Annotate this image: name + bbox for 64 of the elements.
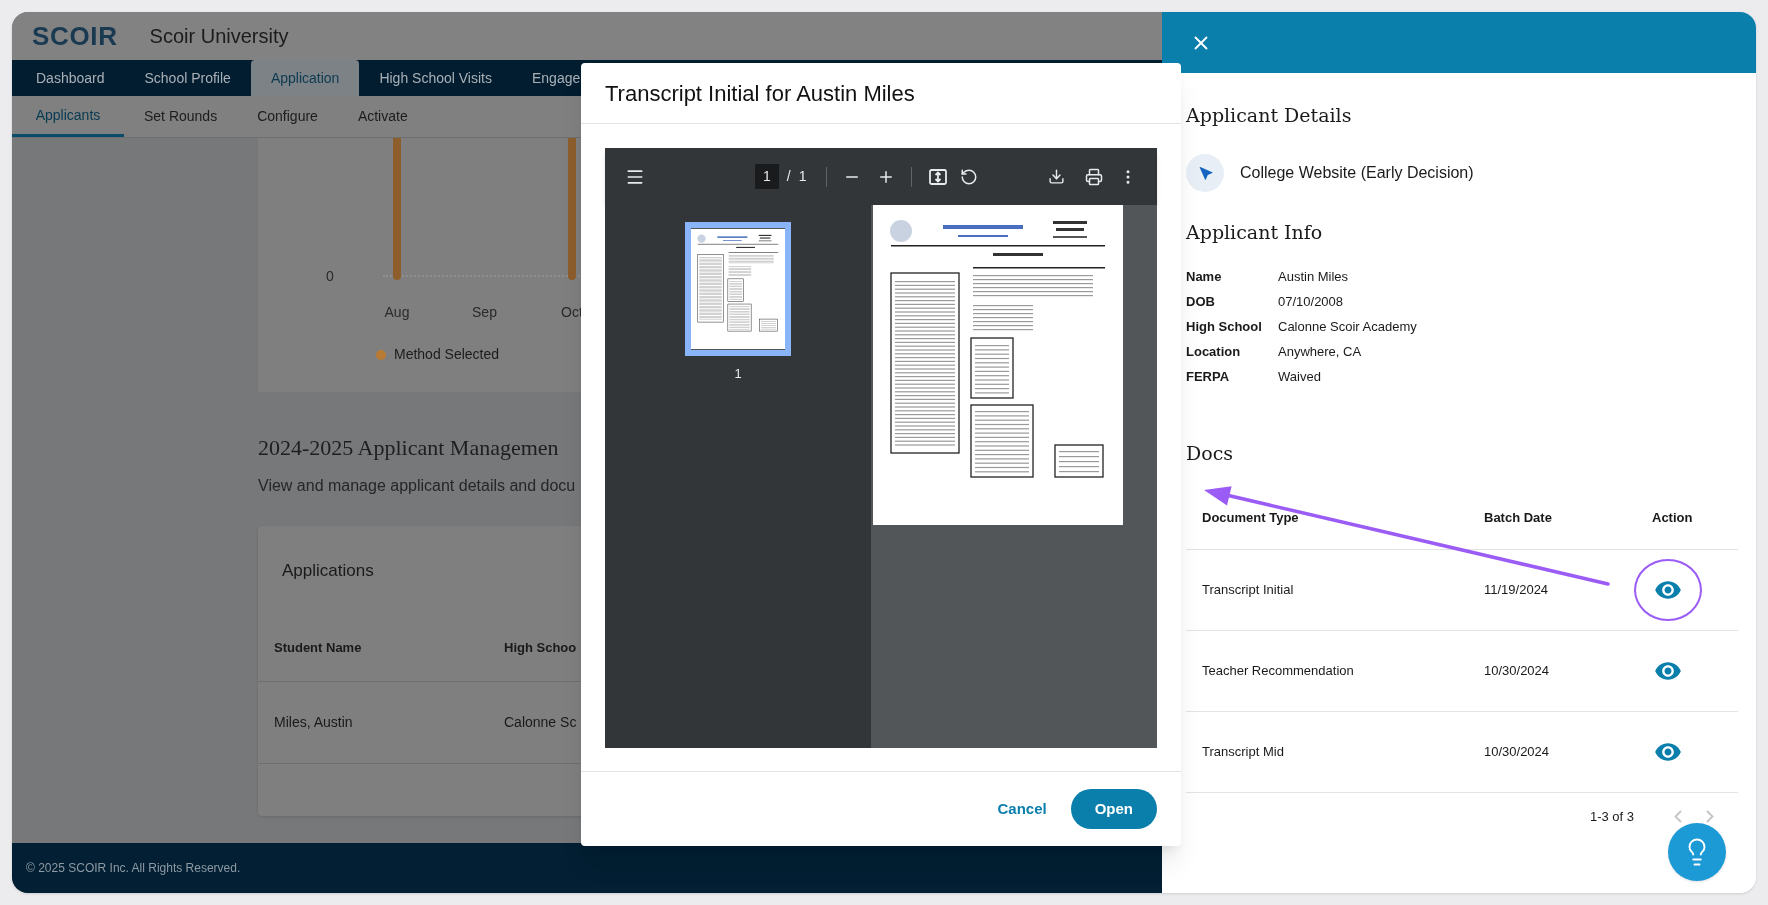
nav-tab[interactable]: Engage (511, 60, 601, 96)
nav-tab[interactable]: Application (250, 60, 360, 96)
sub-tab[interactable]: Configure (237, 96, 338, 137)
nav-tab[interactable]: Dashboard (16, 60, 125, 96)
section-heading: Applicant Info (1186, 219, 1324, 245)
sub-tab[interactable]: Activate (337, 96, 428, 137)
section-heading: Docs (1186, 441, 1235, 466)
table-cell-text: Miles, Austin (274, 713, 354, 732)
info-value: Calonne Scoir Academy (1278, 317, 1418, 336)
column-header: High Schoo (504, 638, 578, 657)
logo[interactable]: SCOIR (32, 16, 118, 56)
legend-label: Method Selected (394, 345, 500, 364)
fit-page-icon[interactable] (928, 166, 949, 187)
open-button[interactable]: Open (1070, 789, 1157, 829)
info-value: Anywhere, CA (1278, 342, 1363, 361)
column-header: Batch Date (1484, 509, 1553, 528)
info-value: 07/10/2008 (1278, 292, 1345, 311)
section-subtitle: View and manage applicant details and docu (258, 476, 577, 496)
school-name: Scoir University (149, 24, 289, 49)
application-source: College Website (Early Decision) (1240, 162, 1474, 183)
chevron-right-icon (1706, 810, 1714, 823)
cursor-icon (1197, 165, 1213, 180)
view-button[interactable] (1634, 558, 1702, 621)
dialog-title: Transcript Initial for Austin Miles (605, 79, 915, 108)
info-label: DOB (1186, 292, 1216, 311)
card-title: Applications (281, 560, 375, 582)
info-label: Name (1186, 267, 1223, 286)
table-cell-text: 10/30/2024 (1484, 742, 1551, 761)
column-header: Action (1651, 509, 1694, 528)
sub-tab[interactable]: Applicants (12, 96, 124, 137)
info-label: High School (1186, 317, 1263, 336)
nav-tab[interactable]: High School Visits (359, 60, 512, 96)
table-cell-text: Transcript Initial (1202, 580, 1295, 599)
print-icon[interactable] (1085, 167, 1103, 186)
nav-tab[interactable]: School Profile (124, 60, 251, 96)
table-cell-text: Transcript Mid (1202, 742, 1285, 761)
info-value: Austin Miles (1278, 267, 1350, 286)
column-header: Document Type (1202, 509, 1300, 528)
axis-label: 0 (326, 267, 334, 286)
info-label: FERPA (1186, 367, 1231, 386)
table-cell-text: 10/30/2024 (1484, 661, 1551, 680)
sub-tab[interactable]: Set Rounds (124, 96, 238, 137)
page-total: 1 (798, 167, 807, 186)
page-thumbnail[interactable] (685, 222, 791, 356)
table-cell-text: 11/19/2024 (1484, 580, 1550, 599)
page-number-field[interactable]: 1 (755, 164, 779, 189)
page-separator: / (786, 167, 791, 186)
thumbnail-label: 1 (734, 365, 742, 383)
info-label: Location (1186, 342, 1242, 361)
cancel-button[interactable]: Cancel (997, 797, 1047, 821)
pagination-text: 1-3 of 3 (1589, 807, 1634, 826)
table-cell-text: Teacher Recommendation (1202, 661, 1355, 680)
help-button[interactable] (1668, 823, 1726, 881)
table-cell-text: Calonne Sc (504, 713, 578, 732)
axis-label: Sep (471, 303, 498, 322)
column-header: Student Name (274, 638, 363, 657)
info-value: Waived (1278, 367, 1322, 386)
axis-label: Aug (383, 303, 411, 322)
download-icon[interactable] (1048, 168, 1065, 185)
rotate-icon[interactable] (960, 167, 979, 186)
chevron-left-icon (1674, 810, 1682, 823)
section-title: 2024-2025 Applicant Managemen (258, 434, 560, 462)
drawer-title: Applicant Details (1186, 103, 1353, 128)
copyright-text: © 2025 SCOIR Inc. All Rights Reserved. (26, 860, 241, 877)
